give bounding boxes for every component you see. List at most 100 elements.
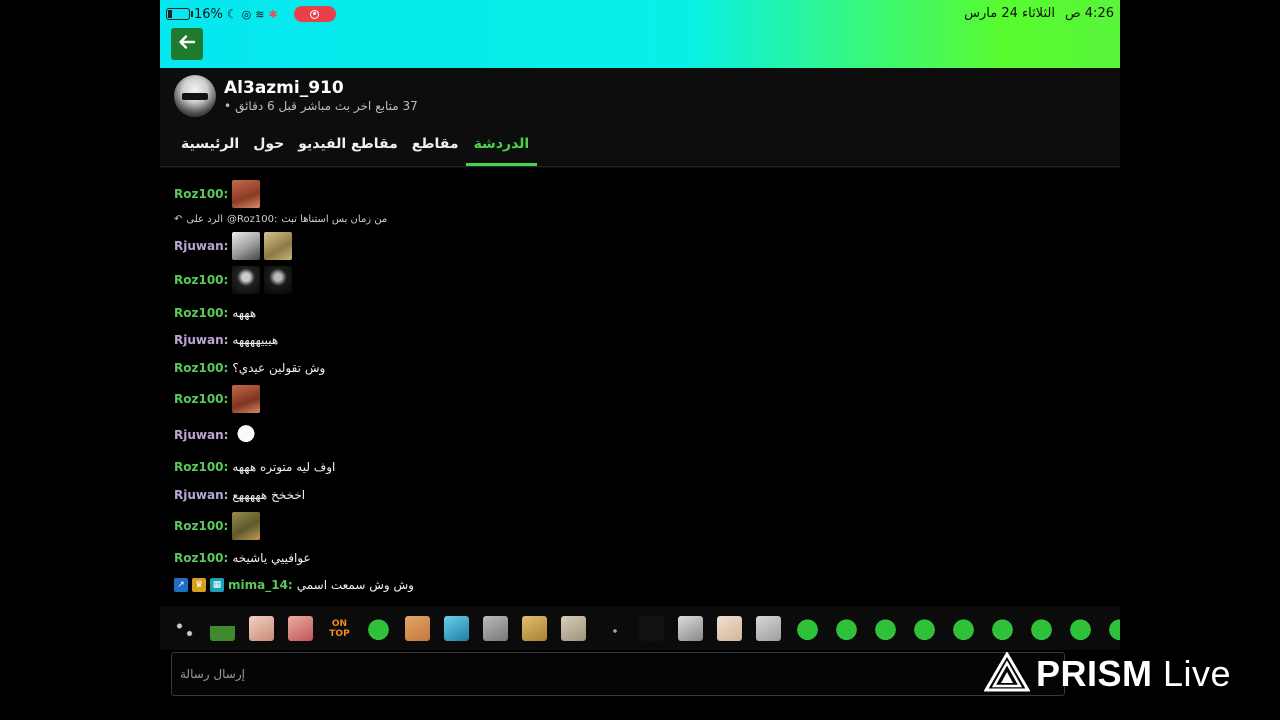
wifi-icon: ≋	[255, 7, 265, 21]
cat-emote[interactable]	[717, 616, 742, 641]
crown-badge-icon: ♛	[192, 578, 206, 592]
chat-message: Roz100: وش تقولين عيدي؟	[174, 361, 325, 375]
chat-nick[interactable]: Rjuwan:	[174, 333, 228, 347]
chat-message: Roz100:	[174, 385, 261, 413]
chat-nick[interactable]: Roz100:	[174, 392, 228, 406]
chat-nick[interactable]: Roz100:	[174, 551, 228, 565]
chat-text: اوف ليه متوتره هههه	[232, 460, 336, 474]
watermark-text: PRISM Live	[1036, 653, 1231, 695]
chat-text: عوافييي ياشيخه	[232, 551, 311, 565]
channel-tabs: الرئيسية حول مقاطع الفيديو مقاطع الدردشة	[160, 126, 1120, 167]
pepe-emote[interactable]	[795, 616, 820, 641]
chat-text: هيييههههه	[232, 333, 279, 347]
channel-meta: 37 متابع اخر بث مباشر قبل 6 دقائق •	[224, 99, 418, 113]
top-gradient-bar: 16% ☾ ◎ ≋ ✱ 4:26 ص الثلاثاء 24 مارس	[160, 0, 1120, 68]
sparkle-emote[interactable]	[172, 616, 197, 641]
dark-emote[interactable]	[639, 616, 664, 641]
figure-emote[interactable]	[561, 616, 586, 641]
emote-image	[232, 512, 261, 540]
chat-message: Rjuwan:	[174, 232, 293, 260]
gamepad-badge-icon: ▦	[210, 578, 224, 592]
chat-text: وش تقولين عيدي؟	[232, 361, 326, 375]
cat-emote[interactable]	[483, 616, 508, 641]
chat-nick[interactable]: Roz100:	[174, 519, 228, 533]
emote-image	[232, 180, 261, 208]
pepe-emote[interactable]	[912, 616, 937, 641]
chat-nick[interactable]: Roz100:	[174, 306, 228, 320]
channel-header: Al3azmi_910 37 متابع اخر بث مباشر قبل 6 …	[160, 68, 1120, 168]
moon-icon: ☾	[226, 7, 238, 21]
battery-percent: 16%	[194, 6, 223, 22]
back-button[interactable]	[171, 28, 203, 60]
baby-emote[interactable]	[249, 616, 274, 641]
meta-dot: •	[224, 99, 232, 113]
status-time: 4:26 ص	[1064, 6, 1114, 21]
reply-text: من زمان بس استناها تبث	[281, 214, 388, 225]
tab-home[interactable]: الرئيسية	[174, 126, 246, 166]
pepe-emote[interactable]	[834, 616, 859, 641]
chat-text: هههه	[232, 306, 257, 320]
tab-clips[interactable]: مقاطع	[405, 126, 466, 166]
chat-nick[interactable]: Rjuwan:	[174, 239, 228, 253]
pepe-emote[interactable]	[873, 616, 898, 641]
chat-message: Roz100:	[174, 180, 261, 208]
record-icon	[310, 9, 320, 19]
badge-icon: ↗	[174, 578, 188, 592]
chat-nick[interactable]: Roz100:	[174, 460, 228, 474]
follower-count: 37 متابع	[375, 99, 418, 113]
pepe-emote[interactable]	[990, 616, 1015, 641]
status-date: الثلاثاء 24 مارس	[964, 6, 1055, 21]
chat-input[interactable]	[178, 653, 1042, 695]
tab-chat[interactable]: الدردشة	[465, 126, 538, 166]
status-left: 16% ☾ ◎ ≋ ✱	[166, 6, 336, 22]
chat-message: Rjuwan:	[174, 421, 261, 449]
chat-message: Rjuwan: هيييههههه	[174, 333, 278, 347]
reply-icon: ↶	[174, 214, 183, 225]
cat-emote[interactable]	[756, 616, 781, 641]
emote-image	[264, 266, 293, 294]
chat-nick[interactable]: Rjuwan:	[174, 488, 228, 502]
chat-nick[interactable]: mima_14:	[228, 578, 293, 592]
avatar[interactable]	[174, 75, 216, 117]
shark-emote[interactable]	[444, 616, 469, 641]
baby-emote[interactable]	[288, 616, 313, 641]
location-icon: ◎	[241, 7, 252, 21]
emote-image	[232, 266, 261, 294]
reply-target: @Roz100:	[226, 214, 278, 225]
status-bar: 16% ☾ ◎ ≋ ✱ 4:26 ص الثلاثاء 24 مارس	[160, 0, 1120, 28]
pepe-emote[interactable]	[1068, 616, 1093, 641]
emote-image	[264, 232, 293, 260]
prism-live-watermark: PRISM Live	[983, 651, 1231, 696]
cat-emote[interactable]	[405, 616, 430, 641]
prism-logo-icon	[983, 651, 1031, 696]
pepe-emote[interactable]	[366, 616, 391, 641]
frog-emote[interactable]	[210, 616, 235, 641]
pepe-emote[interactable]	[951, 616, 976, 641]
emote-image	[232, 232, 261, 260]
dot-emote[interactable]	[600, 616, 625, 641]
chat-nick[interactable]: Roz100:	[174, 187, 228, 201]
settings-icon: ✱	[268, 7, 278, 21]
chat-nick[interactable]: Rjuwan:	[174, 428, 228, 442]
emote-image	[232, 385, 261, 413]
chat-text: اخخخخ هههههع	[232, 488, 306, 502]
chat-message: Roz100: عوافييي ياشيخه	[174, 551, 311, 565]
app-screen: 16% ☾ ◎ ≋ ✱ 4:26 ص الثلاثاء 24 مارس Al3a…	[160, 0, 1120, 720]
tab-about[interactable]: حول	[246, 126, 291, 166]
chat-message: Rjuwan: اخخخخ هههههع	[174, 488, 305, 502]
pepe-emote[interactable]	[1107, 616, 1120, 641]
last-live: اخر بث مباشر قبل 6 دقائق	[235, 99, 372, 113]
ontop-emote[interactable]: ON TOP	[327, 616, 352, 641]
chat-nick[interactable]: Roz100:	[174, 273, 228, 287]
pepe-emote[interactable]	[1029, 616, 1054, 641]
chat-message: Roz100:	[174, 512, 261, 540]
cat-emote[interactable]	[522, 616, 547, 641]
chat-input-box[interactable]	[171, 652, 1065, 696]
chat-message: Roz100: اوف ليه متوتره هههه	[174, 460, 335, 474]
chat-nick[interactable]: Roz100:	[174, 361, 228, 375]
tab-videos[interactable]: مقاطع الفيديو	[291, 126, 405, 166]
chat-message: ↗ ♛ ▦ mima_14: وش وش سمعت اسمي	[174, 578, 414, 592]
chat-messages[interactable]: Roz100: ↶ الرد على @Roz100: من زمان بس ا…	[174, 170, 1104, 602]
arrow-left-icon	[178, 33, 196, 56]
mute-emote[interactable]	[678, 616, 703, 641]
